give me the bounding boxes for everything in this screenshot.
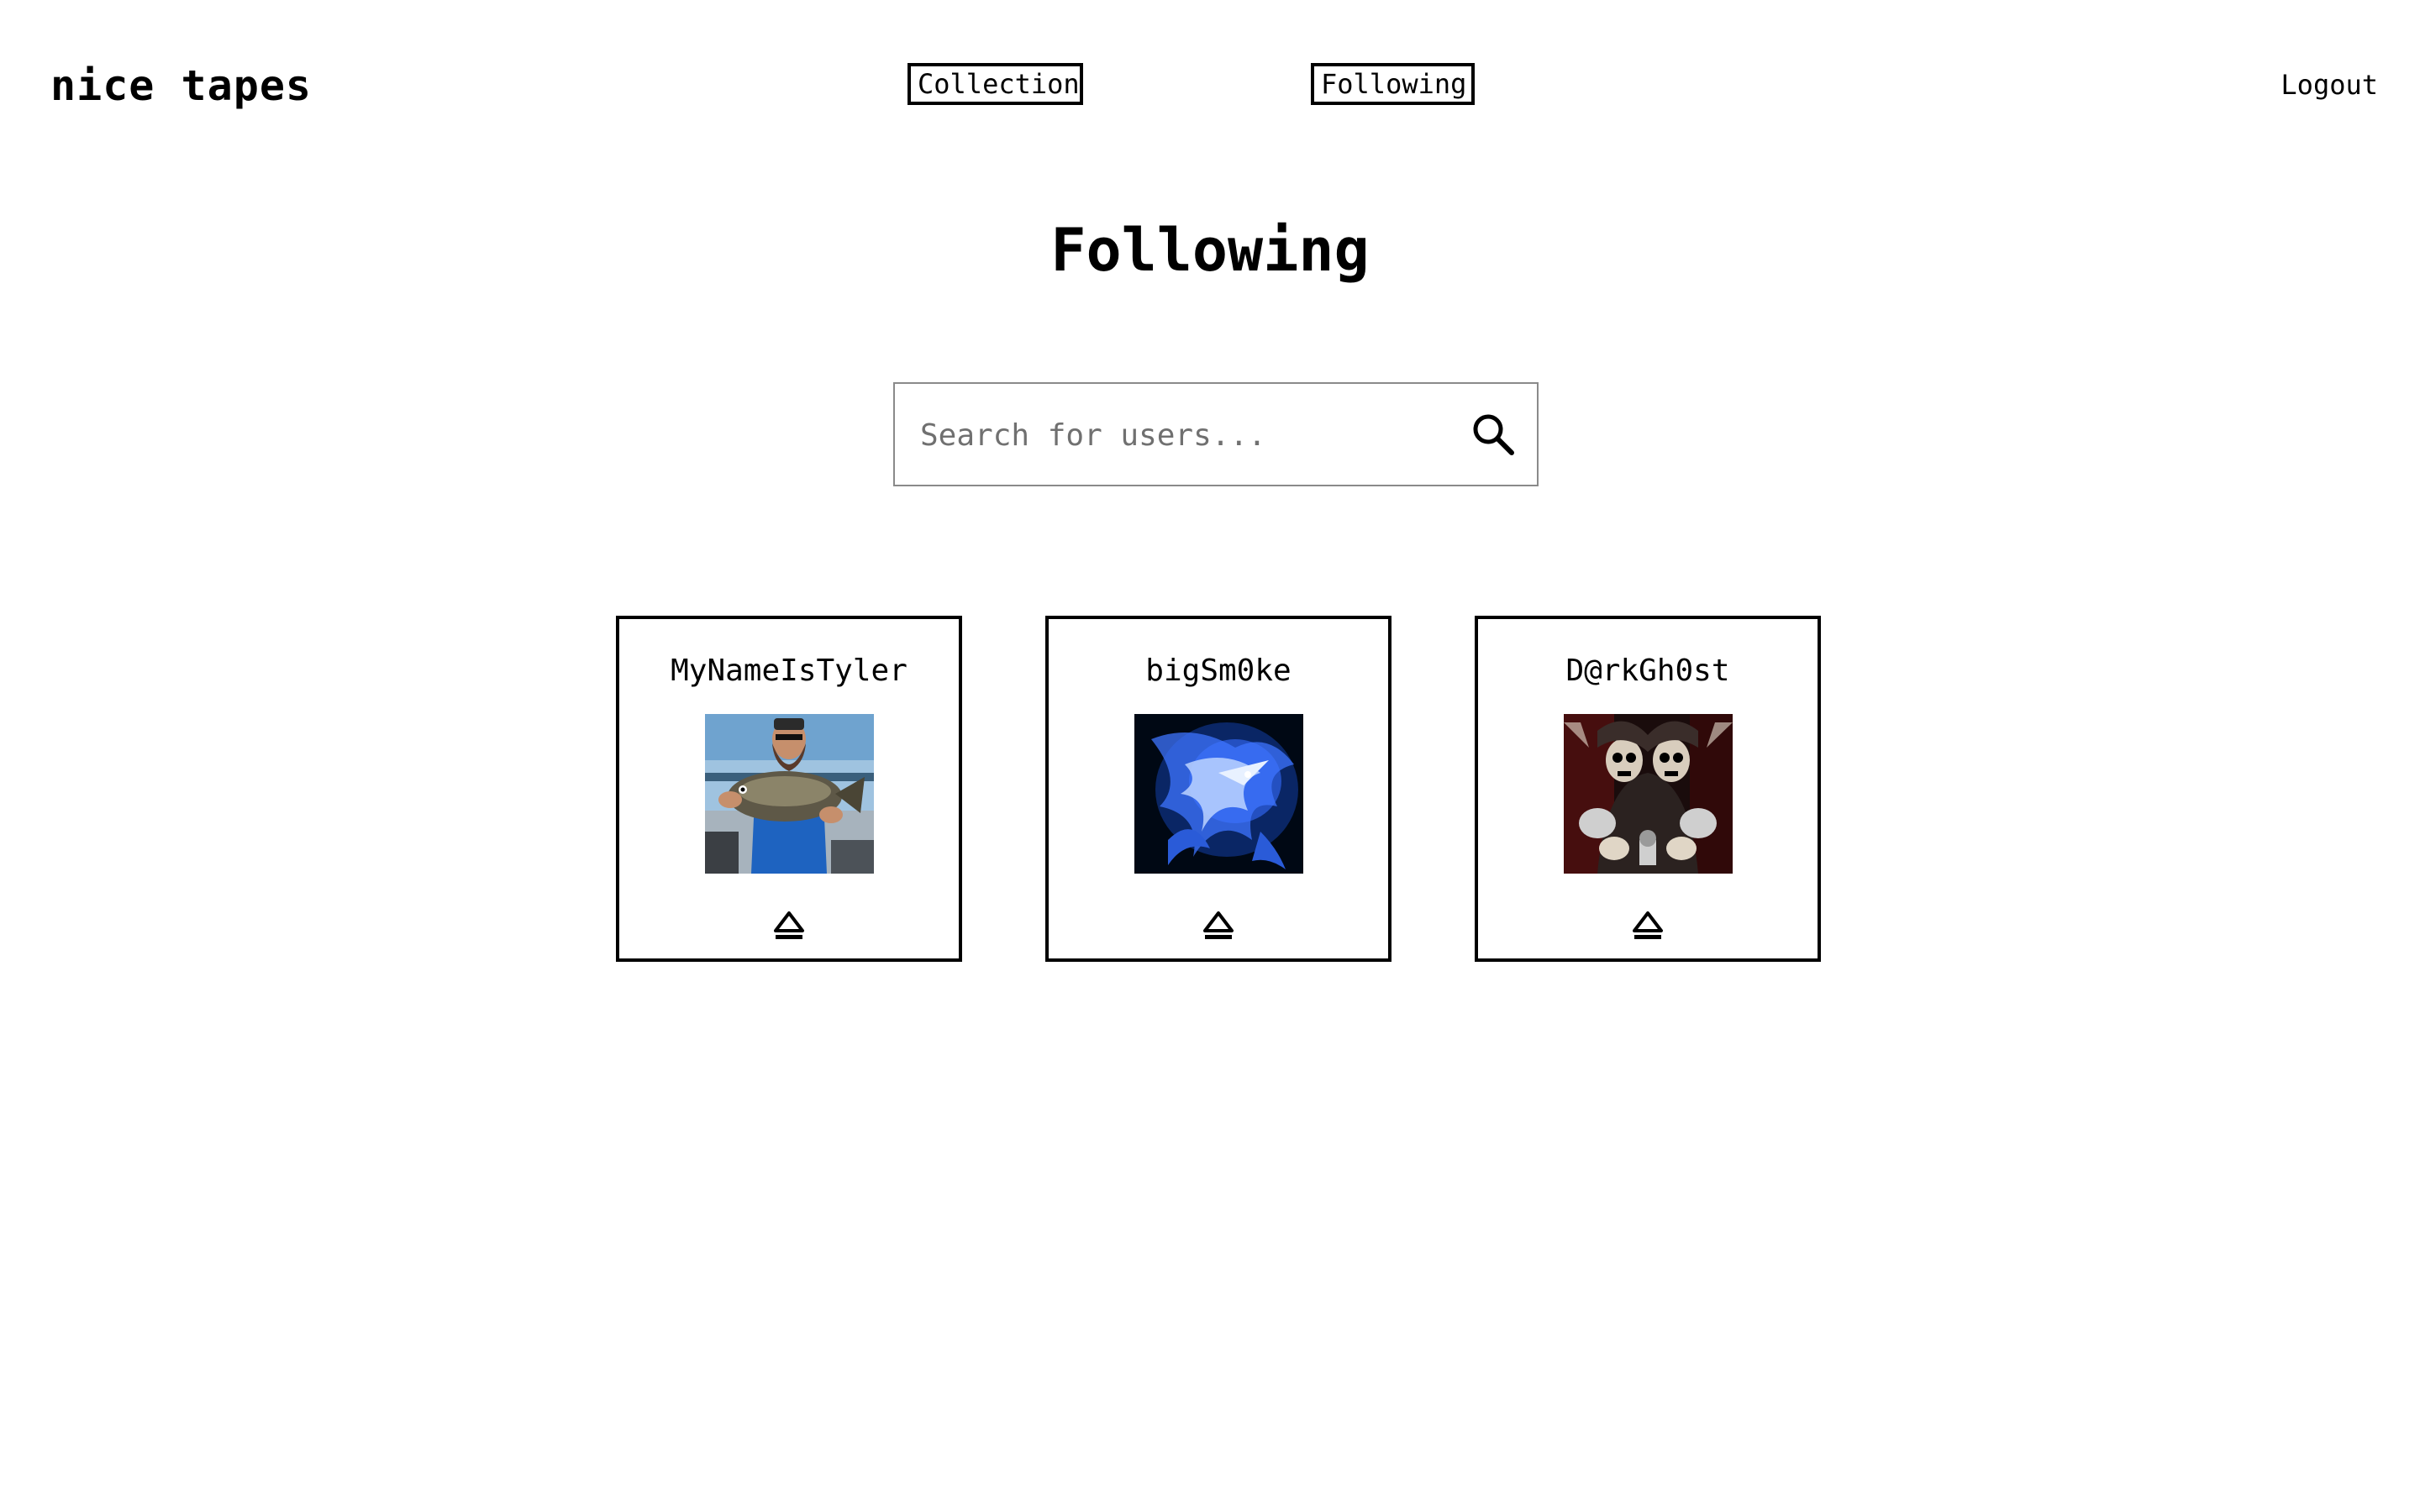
user-search-input[interactable] (918, 409, 1426, 461)
user-avatar[interactable] (1134, 714, 1303, 874)
following-user-list: MyNameIsTyler bigSm0ke D@rkGh0st (0, 616, 2420, 962)
logout-link[interactable]: Logout (2281, 67, 2378, 102)
eject-icon[interactable] (772, 909, 806, 942)
top-navigation-bar: nice tapes Collection Following Logout (0, 0, 2420, 168)
user-search-box (893, 382, 1539, 486)
user-card[interactable]: MyNameIsTyler (616, 616, 962, 962)
eject-icon[interactable] (1202, 909, 1235, 942)
user-avatar[interactable] (1564, 714, 1733, 874)
search-icon[interactable] (1468, 409, 1518, 459)
brand-logo[interactable]: nice tapes (50, 60, 312, 111)
user-card-name[interactable]: bigSm0ke (1049, 653, 1388, 690)
user-card-name[interactable]: D@rkGh0st (1478, 653, 1818, 690)
user-card[interactable]: D@rkGh0st (1475, 616, 1821, 962)
user-avatar[interactable] (705, 714, 874, 874)
page-title: Following (1050, 216, 1370, 285)
user-card[interactable]: bigSm0ke (1045, 616, 1392, 962)
nav-collection-button[interactable]: Collection (908, 63, 1083, 105)
eject-icon[interactable] (1631, 909, 1665, 942)
user-card-name[interactable]: MyNameIsTyler (619, 653, 959, 690)
nav-following-button[interactable]: Following (1311, 63, 1475, 105)
